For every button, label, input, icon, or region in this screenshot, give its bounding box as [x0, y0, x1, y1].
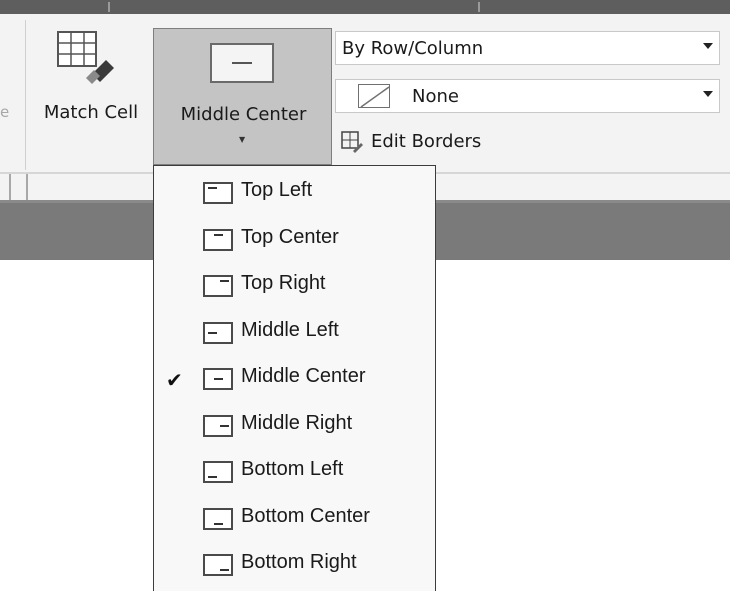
dropdown-caret-icon: ▼: [239, 135, 246, 144]
menu-item-middle-center[interactable]: ✔ Middle Center: [154, 362, 435, 400]
menu-item-bottom-center[interactable]: Bottom Center: [154, 502, 435, 540]
align-top-center-icon: [203, 228, 233, 251]
menu-item-label: Middle Left: [241, 318, 339, 341]
cell-alignment-menu: Top Left Top Center Top Right Middle Left ✔ M…: [153, 165, 436, 591]
align-top-left-icon: [203, 182, 233, 204]
no-fill-swatch-icon: [358, 84, 390, 108]
ribbon-separator: [25, 20, 26, 170]
edit-borders-label: Edit Borders: [371, 131, 482, 152]
align-bottom-left-icon: [203, 461, 233, 483]
menu-item-label: Middle Center: [241, 365, 366, 387]
align-top-right-icon: [203, 275, 233, 297]
chevron-down-icon: [703, 91, 713, 97]
title-bar-divider: [108, 2, 110, 12]
align-middle-right-icon: [203, 414, 233, 437]
menu-item-bottom-left[interactable]: Bottom Left: [154, 455, 435, 493]
align-middle-center-icon: [203, 368, 233, 390]
menu-item-label: Bottom Right: [241, 551, 357, 573]
menu-item-top-right[interactable]: Top Right: [154, 269, 435, 307]
table-paint-brush-icon: [56, 30, 118, 92]
match-cell-label: Match Cell: [43, 102, 139, 123]
menu-item-label: Top Center: [241, 225, 339, 248]
cell-style-value: By Row/Column: [342, 38, 484, 59]
cell-alignment-button[interactable]: Middle Center ▼: [153, 28, 332, 165]
menu-item-bottom-right[interactable]: Bottom Right: [154, 548, 435, 586]
menu-item-label: Bottom Left: [241, 458, 344, 480]
background-fill-value: None: [412, 86, 459, 107]
background-fill-dropdown[interactable]: None: [335, 79, 720, 113]
cell-style-dropdown[interactable]: By Row/Column: [335, 31, 720, 65]
align-bottom-center-icon: [203, 507, 233, 530]
align-middle-left-icon: [203, 321, 233, 344]
cell-alignment-label: Middle Center: [180, 104, 307, 125]
title-bar-divider: [478, 2, 480, 12]
title-bar: [0, 0, 730, 14]
previous-tool-label[interactable]: e: [0, 103, 9, 121]
match-cell-button[interactable]: Match Cell: [30, 22, 152, 162]
menu-item-top-center[interactable]: Top Center: [154, 223, 435, 261]
menu-item-top-left[interactable]: Top Left: [154, 176, 435, 214]
align-middle-center-icon: [210, 43, 274, 83]
menu-item-label: Bottom Center: [241, 504, 370, 527]
edit-borders-icon: [341, 131, 363, 153]
check-icon: ✔: [166, 368, 183, 392]
menu-item-middle-right[interactable]: Middle Right: [154, 409, 435, 447]
menu-item-label: Top Right: [241, 272, 326, 294]
menu-item-label: Top Left: [241, 179, 313, 201]
menu-item-middle-left[interactable]: Middle Left: [154, 316, 435, 354]
align-bottom-right-icon: [203, 554, 233, 576]
chevron-down-icon: [703, 43, 713, 49]
menu-item-label: Middle Right: [241, 411, 353, 434]
